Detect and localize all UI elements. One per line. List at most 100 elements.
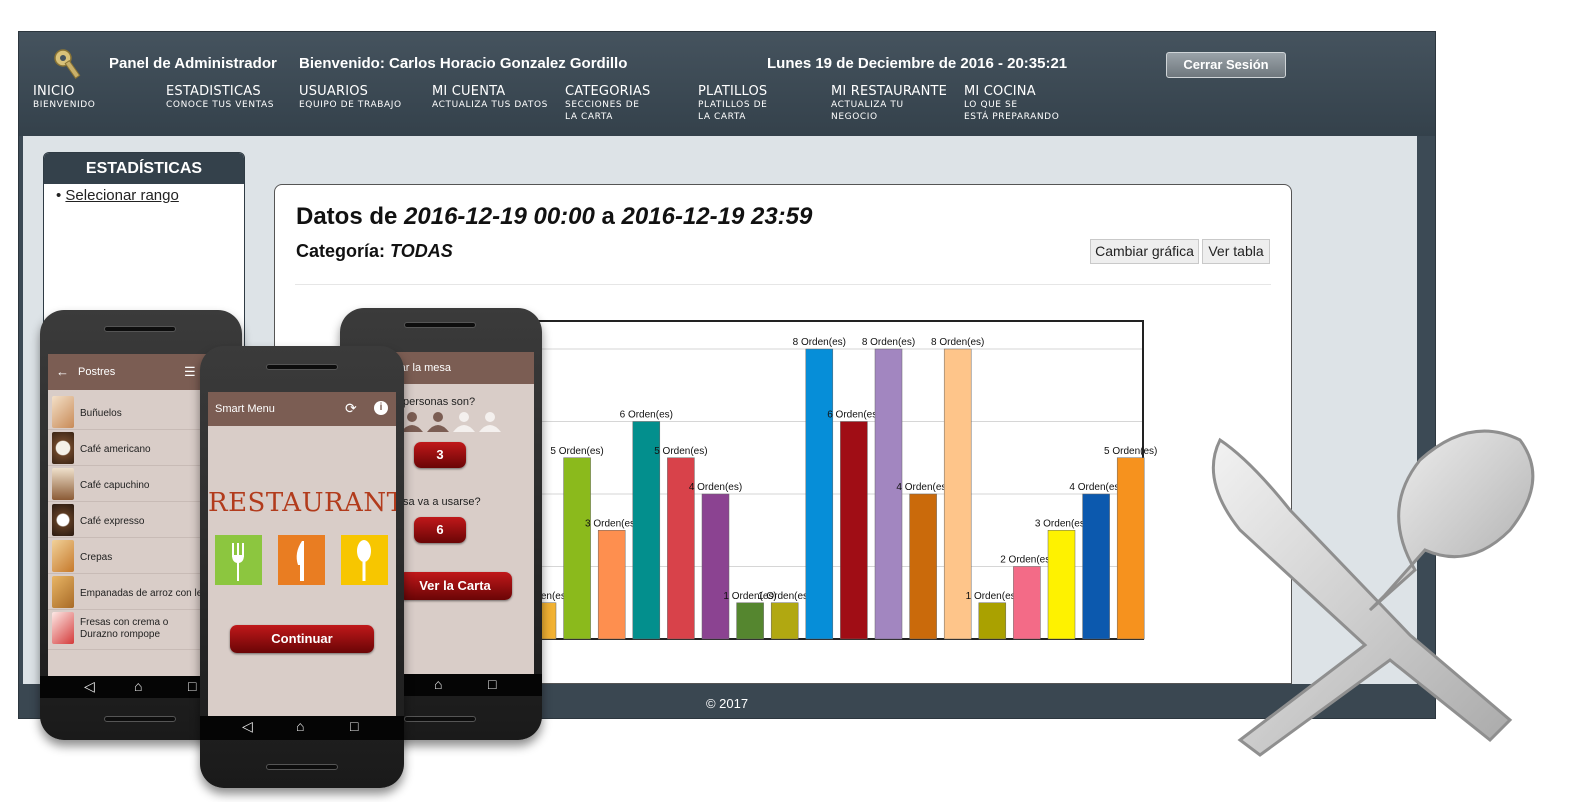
chart-bar <box>909 493 937 640</box>
people-question: personas son? <box>403 396 476 408</box>
chart-data-label: 2 Orden(es) <box>1000 555 1053 566</box>
view-menu-button[interactable]: Ver la Carta <box>398 572 512 600</box>
chart-data-label: 5 Orden(es) <box>654 446 707 457</box>
brand-title: RESTAURANT <box>208 488 396 518</box>
fork-tile[interactable] <box>215 535 262 585</box>
logout-button[interactable]: Cerrar Sesión <box>1166 52 1286 78</box>
nav-item-platillos[interactable]: PLATILLOS PLATILLOS DE LA CARTA <box>698 84 828 123</box>
chart-bar <box>770 602 799 640</box>
chart-bar <box>805 348 834 640</box>
phone-speaker <box>104 716 176 722</box>
nav-item-mi-cocina[interactable]: MI COCINA LO QUE SE ESTÁ PREPARANDO <box>964 84 1094 123</box>
nav-item-mi-cuenta[interactable]: MI CUENTA ACTUALIZA TUS DATOS <box>432 84 562 111</box>
nav-item-usuarios[interactable]: USUARIOS EQUIPO DE TRABAJO <box>299 84 429 111</box>
nav-title: CATEGORIAS <box>565 84 651 99</box>
chart-bar <box>736 602 764 640</box>
people-selector[interactable] <box>400 410 510 434</box>
chart-bar <box>1116 457 1145 640</box>
chart-bar <box>1013 566 1041 640</box>
sidebar-title: ESTADÍSTICAS <box>44 153 244 184</box>
chart-data-label: 3 Orden(es) <box>585 518 638 529</box>
dish-name: Café capuchino <box>80 480 150 491</box>
back-arrow-icon[interactable]: ← <box>56 364 69 379</box>
nav-subtitle: LO QUE SE ESTÁ PREPARANDO <box>964 100 1060 122</box>
nav-item-estadisticas[interactable]: ESTADISTICAS CONOCE TUS VENTAS <box>166 84 296 111</box>
welcome-text: Bienvenido: Carlos Horacio Gonzalez Gord… <box>299 55 628 72</box>
person-icon <box>401 412 449 432</box>
phone-smart-menu: Smart Menu ⟳ i RESTAURANT Continuar ◁ ⌂ … <box>200 346 404 788</box>
app-bar: Smart Menu ⟳ i <box>208 392 396 426</box>
nav-title: MI RESTAURANTE <box>831 84 948 99</box>
knife-icon <box>296 541 304 581</box>
chart-data-label: 5 Orden(es) <box>550 446 603 457</box>
nav-subtitle: ACTUALIZA TU NEGOCIO <box>831 100 904 122</box>
home-nav-icon[interactable]: ⌂ <box>434 677 442 691</box>
recents-nav-icon[interactable]: □ <box>488 677 496 691</box>
phone-speaker <box>266 364 338 370</box>
dish-name: Fresas con crema o Durazno rompope <box>80 617 169 640</box>
nav-subtitle: SECCIONES DE LA CARTA <box>565 100 640 122</box>
chart-data-label: 1 Orden(es) <box>758 591 811 602</box>
table-number[interactable]: 6 <box>414 517 466 543</box>
recents-nav-icon[interactable]: □ <box>188 679 196 693</box>
home-nav-icon[interactable]: ⌂ <box>296 719 304 733</box>
chart-data-label: 8 Orden(es) <box>931 337 984 348</box>
select-range-link[interactable]: Selecionar rango <box>65 187 178 204</box>
dish-thumbnail <box>52 432 74 464</box>
chart-data-label: 4 Orden(es) <box>689 482 742 493</box>
chart-bar <box>874 348 903 640</box>
refresh-icon[interactable]: ⟳ <box>345 400 357 417</box>
spoon-icon <box>357 540 371 581</box>
nav-title: INICIO <box>33 84 75 99</box>
spoon-tile[interactable] <box>341 535 388 585</box>
nav-subtitle: BIENVENIDO <box>33 100 96 110</box>
sidebar-item-range: • Selecionar rango <box>56 187 179 204</box>
nav-item-mi-restaurante[interactable]: MI RESTAURANTE ACTUALIZA TU NEGOCIO <box>831 84 961 123</box>
dish-thumbnail <box>52 396 74 428</box>
panel-label: Panel de Administrador <box>109 55 277 72</box>
dish-thumbnail <box>52 540 74 572</box>
dish-name: Empanadas de arroz con lec <box>80 588 205 599</box>
recents-nav-icon[interactable]: □ <box>350 719 358 733</box>
continue-button[interactable]: Continuar <box>230 625 374 653</box>
nav-item-inicio[interactable]: INICIO BIENVENIDO <box>33 84 163 111</box>
list-icon[interactable]: ☰ <box>184 364 196 380</box>
phone-speaker <box>404 716 476 722</box>
admin-header: Panel de Administrador Bienvenido: Carlo… <box>19 32 1435 136</box>
chart-data-label: 3 Orden(es) <box>1035 518 1088 529</box>
cutlery-icon <box>1211 429 1535 757</box>
home-nav-icon[interactable]: ⌂ <box>134 679 142 693</box>
dish-name: Buñuelos <box>80 408 122 419</box>
nav-title: USUARIOS <box>299 84 369 99</box>
chart-bar <box>563 457 591 640</box>
knife-tile[interactable] <box>278 535 325 585</box>
back-nav-icon[interactable]: ◁ <box>242 719 253 733</box>
nav-title: PLATILLOS <box>698 84 768 99</box>
people-count[interactable]: 3 <box>414 442 466 468</box>
info-icon[interactable]: i <box>374 401 388 415</box>
dish-thumbnail <box>52 576 74 608</box>
nav-title: MI COCINA <box>964 84 1036 99</box>
datetime-text: Lunes 19 de Deciembre de 2016 - 20:35:21 <box>767 55 1068 72</box>
app-bar-title: Smart Menu <box>215 403 275 415</box>
dish-thumbnail <box>52 504 74 536</box>
dish-name: Café expresso <box>80 516 145 527</box>
nav-subtitle: EQUIPO DE TRABAJO <box>299 100 402 110</box>
chart-data-label: 4 Orden(es) <box>1069 482 1122 493</box>
app-bar-title: Postres <box>78 366 116 378</box>
person-icon <box>453 412 501 432</box>
app-bar-title: rar la mesa <box>396 362 452 374</box>
chart-data-label: 4 Orden(es) <box>896 482 949 493</box>
chart-data-label: 6 Orden(es) <box>620 410 673 421</box>
phone-speaker <box>404 322 476 328</box>
nav-subtitle: CONOCE TUS VENTAS <box>166 100 275 110</box>
chart-data-label: 6 Orden(es) <box>827 410 880 421</box>
dish-thumbnail <box>52 612 74 644</box>
dish-thumbnail <box>52 468 74 500</box>
nav-item-categorias[interactable]: CATEGORIAS SECCIONES DE LA CARTA <box>565 84 695 123</box>
nav-subtitle: ACTUALIZA TUS DATOS <box>432 100 548 110</box>
chart-bar <box>1082 493 1110 640</box>
back-nav-icon[interactable]: ◁ <box>84 679 95 693</box>
chart-bar <box>1047 530 1076 640</box>
table-question: sa va a usarse? <box>403 496 481 508</box>
